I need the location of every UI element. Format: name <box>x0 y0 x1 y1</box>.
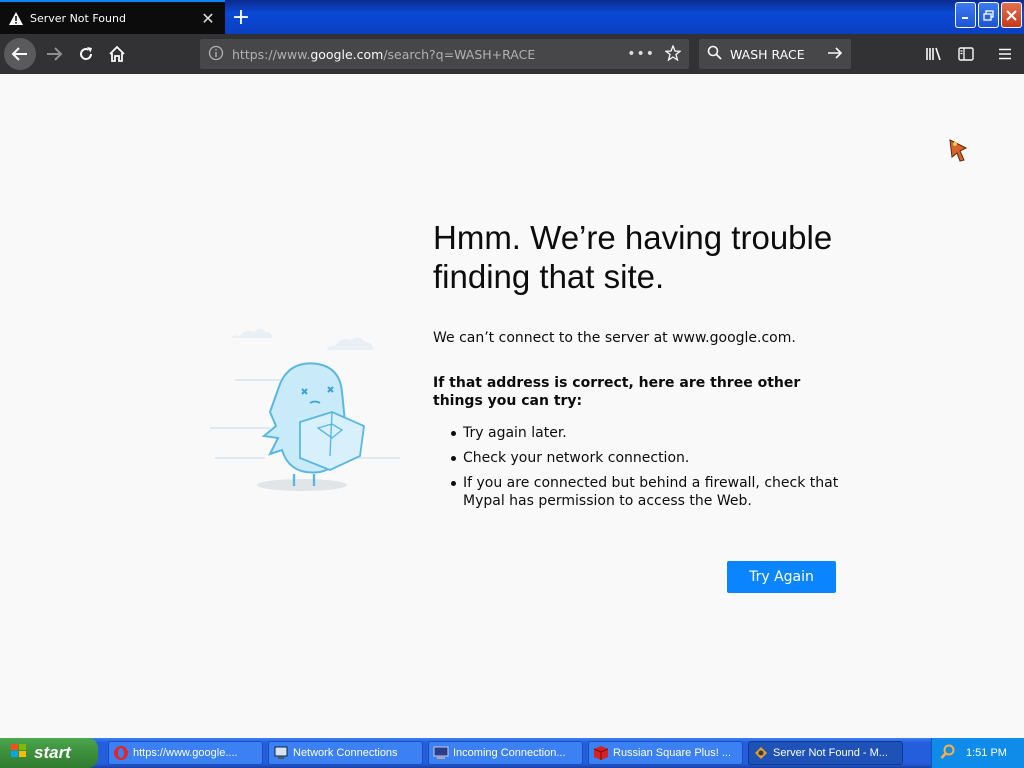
reload-icon <box>80 47 93 60</box>
tab-server-not-found[interactable]: Server Not Found ✕ <box>0 0 225 34</box>
clock[interactable]: 1:51 PM <box>966 747 1007 759</box>
site-info-icon[interactable] <box>208 45 224 64</box>
close-window-button[interactable] <box>1001 2 1022 28</box>
menu-button[interactable] <box>989 38 1021 70</box>
mouse-cursor-icon <box>948 138 970 168</box>
hamburger-menu-icon <box>999 48 1011 60</box>
taskbar-item-network-connections[interactable]: Network Connections <box>268 741 423 765</box>
error-page: Hmm. We’re having trouble finding that s… <box>0 74 1024 738</box>
window-controls <box>955 2 1022 28</box>
tab-close-icon[interactable]: ✕ <box>199 9 217 28</box>
suggestions-heading: If that address is correct, here are thr… <box>433 375 801 409</box>
warning-icon <box>8 10 24 26</box>
system-tray: 1:51 PM <box>931 738 1024 768</box>
taskbar-item-server-not-found[interactable]: Server Not Found - M... <box>748 741 903 765</box>
url-text: https://www.google.com/search?q=WASH+RAC… <box>232 46 536 62</box>
start-label: start <box>34 743 71 762</box>
back-arrow-icon <box>11 47 27 61</box>
error-message-block: Hmm. We’re having trouble finding that s… <box>433 218 853 517</box>
tab-title: Server Not Found <box>30 11 126 25</box>
search-input[interactable]: WASH RACE <box>730 47 827 62</box>
error-description: We can’t connect to the server at www.go… <box>433 330 796 346</box>
navigation-toolbar: https://www.google.com/search?q=WASH+RAC… <box>0 34 1024 74</box>
sidebar-icon <box>958 47 974 61</box>
url-bar[interactable]: https://www.google.com/search?q=WASH+RAC… <box>200 39 689 69</box>
library-icon <box>926 47 941 61</box>
search-bar[interactable]: WASH RACE <box>699 39 851 69</box>
windows-logo-icon <box>10 743 28 764</box>
taskbar-item-browser[interactable]: https://www.google.... <box>108 741 263 765</box>
home-icon <box>109 45 125 62</box>
taskbar-item-incoming-connection[interactable]: Incoming Connection... <box>428 741 583 765</box>
restore-button[interactable] <box>978 2 999 28</box>
forward-arrow-icon <box>47 47 63 61</box>
new-tab-button[interactable]: + <box>228 4 254 30</box>
suggestions-list: Try again later. Check your network conn… <box>451 424 853 510</box>
search-go-arrow-icon[interactable] <box>827 46 843 63</box>
library-button[interactable] <box>918 38 950 70</box>
bookmark-star-icon[interactable] <box>664 43 682 64</box>
start-button[interactable]: start <box>0 738 98 768</box>
home-button[interactable] <box>101 38 133 70</box>
tray-search-icon[interactable] <box>940 744 956 763</box>
network-icon <box>274 746 288 759</box>
sidebar-toggle-button[interactable] <box>950 38 982 70</box>
try-again-button[interactable]: Try Again <box>727 561 836 593</box>
suggestion-item: Try again later. <box>451 424 853 442</box>
error-illustration <box>210 324 410 574</box>
computer-icon <box>433 746 449 759</box>
tab-strip: Server Not Found ✕ + <box>0 0 1024 34</box>
suggestion-item: If you are connected but behind a firewa… <box>451 474 853 510</box>
taskbar-item-russian-square[interactable]: Russian Square Plus! ... <box>588 741 743 765</box>
page-actions-button[interactable]: ••• <box>627 46 655 62</box>
opera-icon <box>114 746 128 760</box>
suggestion-item: Check your network connection. <box>451 449 853 467</box>
mypal-icon <box>755 747 767 759</box>
error-title: Hmm. We’re having trouble finding that s… <box>433 219 833 295</box>
search-icon <box>707 45 722 63</box>
cube-icon <box>593 746 609 760</box>
minimize-button[interactable] <box>955 2 976 28</box>
back-button[interactable] <box>4 38 36 70</box>
reload-button[interactable] <box>70 38 102 70</box>
forward-button[interactable] <box>38 38 70 70</box>
taskbar: start https://www.google.... Network Con… <box>0 738 1024 768</box>
